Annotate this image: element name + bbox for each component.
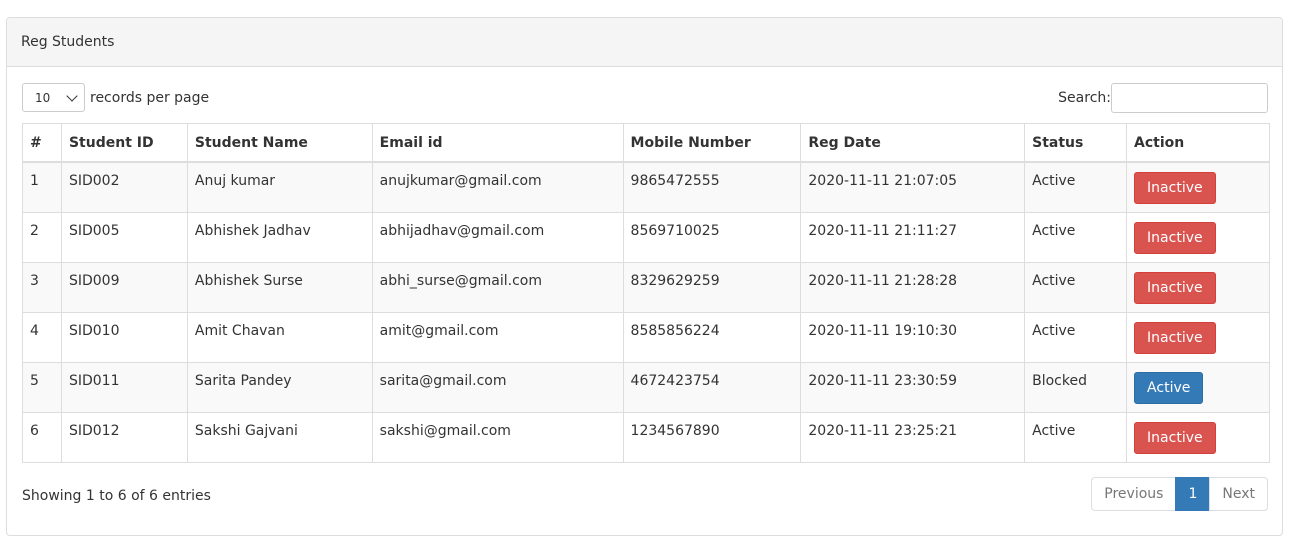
cell-student-name: Anuj kumar: [186, 161, 373, 213]
column-header-student-name[interactable]: Student Name: [186, 123, 373, 163]
panel-heading: Reg Students: [7, 18, 1282, 67]
cell-action: Inactive: [1126, 411, 1270, 463]
cell-student-id: SID002: [60, 161, 188, 213]
table-row: 6 SID012 Sakshi Gajvani sakshi@gmail.com…: [22, 411, 1270, 463]
cell-action: Inactive: [1126, 211, 1270, 263]
reg-students-panel: Reg Students 10 records per page Search:…: [6, 17, 1283, 536]
cell-mobile: 8329629259: [622, 261, 802, 313]
cell-status: Active: [1024, 161, 1128, 213]
search-control: Search:: [1058, 83, 1268, 113]
cell-student-name: Amit Chavan: [186, 311, 373, 363]
records-per-page-select[interactable]: 10: [22, 83, 85, 112]
cell-number: 2: [22, 211, 62, 263]
students-table: # Student ID Student Name Email id Mobil…: [22, 123, 1270, 463]
column-header-action[interactable]: Action: [1126, 123, 1270, 163]
cell-reg-date: 2020-11-11 19:10:30: [800, 311, 1026, 363]
cell-student-name: Abhishek Surse: [186, 261, 373, 313]
cell-student-name: Abhishek Jadhav: [186, 211, 373, 263]
cell-number: 5: [22, 361, 62, 413]
table-header-row: # Student ID Student Name Email id Mobil…: [22, 123, 1270, 163]
next-page-button[interactable]: Next: [1209, 477, 1268, 511]
cell-status: Active: [1024, 311, 1128, 363]
table-row: 2 SID005 Abhishek Jadhav abhijadhav@gmai…: [22, 211, 1270, 263]
column-header-reg-date[interactable]: Reg Date: [800, 123, 1026, 163]
records-per-page-label: records per page: [90, 89, 210, 106]
cell-mobile: 8569710025: [622, 211, 802, 263]
cell-number: 4: [22, 311, 62, 363]
cell-email: sakshi@gmail.com: [371, 411, 624, 463]
cell-student-name: Sarita Pandey: [186, 361, 373, 413]
cell-number: 1: [22, 161, 62, 213]
cell-mobile: 1234567890: [622, 411, 802, 463]
table-row: 4 SID010 Amit Chavan amit@gmail.com 8585…: [22, 311, 1270, 363]
cell-mobile: 8585856224: [622, 311, 802, 363]
column-header-status[interactable]: Status: [1024, 123, 1128, 163]
cell-email: abhijadhav@gmail.com: [371, 211, 624, 263]
column-header-number[interactable]: #: [22, 123, 62, 163]
search-label: Search:: [1058, 90, 1111, 106]
cell-status: Active: [1024, 411, 1128, 463]
page-1-button[interactable]: 1: [1175, 477, 1211, 511]
cell-action: Active: [1126, 361, 1270, 413]
cell-reg-date: 2020-11-11 23:25:21: [800, 411, 1026, 463]
cell-student-id: SID011: [60, 361, 188, 413]
cell-student-name: Sakshi Gajvani: [186, 411, 373, 463]
cell-reg-date: 2020-11-11 21:07:05: [800, 161, 1026, 213]
inactive-button[interactable]: Inactive: [1134, 271, 1216, 304]
column-header-mobile[interactable]: Mobile Number: [622, 123, 802, 163]
cell-mobile: 9865472555: [622, 161, 802, 213]
cell-student-id: SID010: [60, 311, 188, 363]
pagination: Previous 1 Next: [1091, 477, 1268, 511]
cell-status: Active: [1024, 261, 1128, 313]
cell-status: Blocked: [1024, 361, 1128, 413]
table-row: 3 SID009 Abhishek Surse abhi_surse@gmail…: [22, 261, 1270, 313]
table-row: 5 SID011 Sarita Pandey sarita@gmail.com …: [22, 361, 1270, 413]
cell-student-id: SID012: [60, 411, 188, 463]
search-input[interactable]: [1111, 83, 1268, 113]
cell-number: 6: [22, 411, 62, 463]
previous-page-button[interactable]: Previous: [1091, 477, 1177, 511]
cell-email: sarita@gmail.com: [371, 361, 624, 413]
cell-action: Inactive: [1126, 311, 1270, 363]
column-header-email[interactable]: Email id: [371, 123, 624, 163]
cell-action: Inactive: [1126, 261, 1270, 313]
active-button[interactable]: Active: [1134, 371, 1204, 404]
cell-number: 3: [22, 261, 62, 313]
records-per-page-control: 10 records per page: [22, 83, 209, 112]
cell-mobile: 4672423754: [622, 361, 802, 413]
cell-reg-date: 2020-11-11 23:30:59: [800, 361, 1026, 413]
panel-title: Reg Students: [21, 34, 115, 50]
cell-email: anujkumar@gmail.com: [371, 161, 624, 213]
cell-email: abhi_surse@gmail.com: [371, 261, 624, 313]
cell-reg-date: 2020-11-11 21:28:28: [800, 261, 1026, 313]
inactive-button[interactable]: Inactive: [1134, 172, 1216, 204]
table-info: Showing 1 to 6 of 6 entries: [22, 488, 211, 504]
cell-action: Inactive: [1126, 161, 1270, 213]
column-header-student-id[interactable]: Student ID: [60, 123, 188, 163]
cell-student-id: SID005: [60, 211, 188, 263]
cell-student-id: SID009: [60, 261, 188, 313]
inactive-button[interactable]: Inactive: [1134, 321, 1216, 354]
table-row: 1 SID002 Anuj kumar anujkumar@gmail.com …: [22, 161, 1270, 213]
chevron-down-icon: [66, 89, 78, 102]
inactive-button[interactable]: Inactive: [1134, 421, 1216, 454]
records-per-page-value: 10: [35, 90, 51, 105]
inactive-button[interactable]: Inactive: [1134, 221, 1216, 254]
cell-status: Active: [1024, 211, 1128, 263]
cell-email: amit@gmail.com: [371, 311, 624, 363]
cell-reg-date: 2020-11-11 21:11:27: [800, 211, 1026, 263]
